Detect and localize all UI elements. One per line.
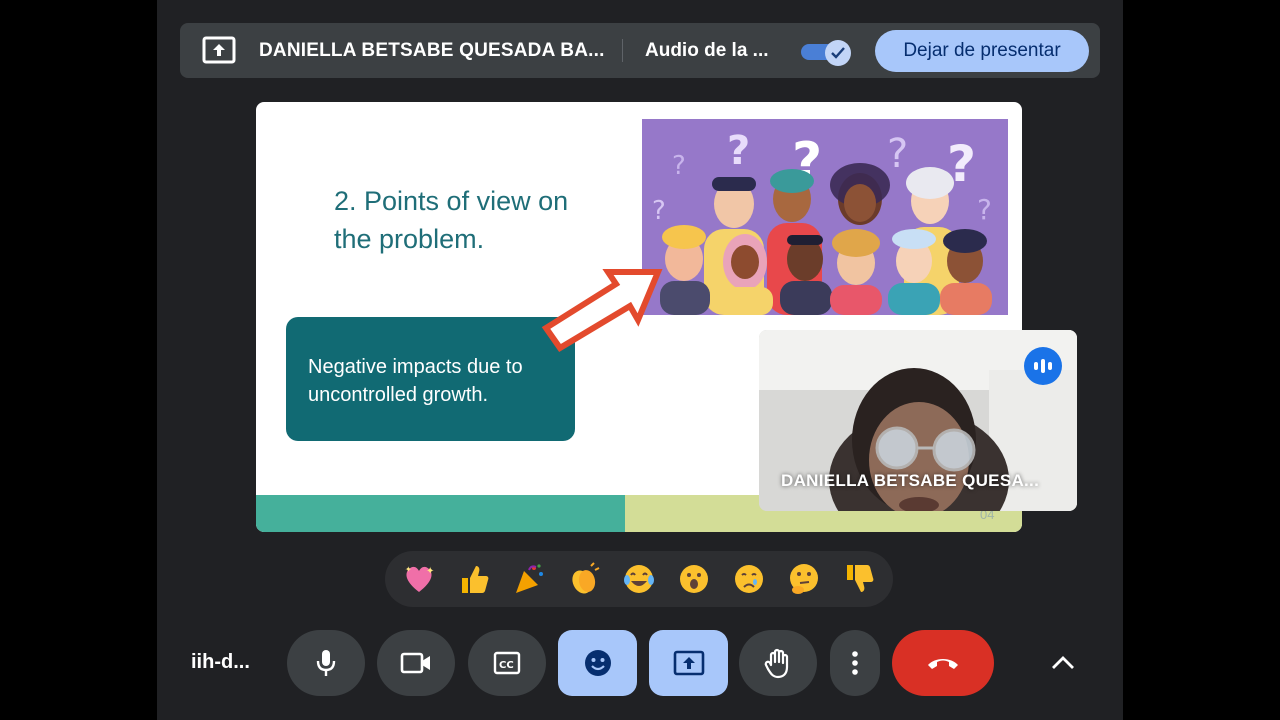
- reactions-button[interactable]: [558, 630, 637, 696]
- reaction-party-popper[interactable]: [506, 556, 552, 602]
- camera-button[interactable]: [377, 630, 455, 696]
- slide-callout-text: Negative impacts due to uncontrolled gro…: [308, 356, 523, 406]
- reaction-sparkling-heart[interactable]: ✦ ✦: [396, 556, 442, 602]
- present-now-button[interactable]: [649, 630, 728, 696]
- audio-toggle[interactable]: [801, 40, 851, 66]
- svg-text:?: ?: [887, 131, 908, 177]
- slide-callout-box: Negative impacts due to uncontrolled gro…: [286, 317, 575, 441]
- captions-button[interactable]: CC: [468, 630, 546, 696]
- svg-text:?: ?: [652, 196, 666, 226]
- hand-icon: [764, 648, 789, 679]
- audio-label: Audio de la ...: [645, 40, 769, 61]
- presenting-bar: DANIELLA BETSABE QUESADA BA... Audio de …: [180, 23, 1100, 78]
- svg-text:✦: ✦: [426, 566, 434, 577]
- reactions-bar: ✦ ✦: [385, 551, 893, 607]
- stop-presenting-button[interactable]: Dejar de presentar: [875, 30, 1089, 72]
- more-options-button[interactable]: [830, 630, 880, 696]
- svg-text:CC: CC: [499, 660, 514, 671]
- end-call-icon: [928, 659, 958, 669]
- svg-text:✦: ✦: [405, 565, 412, 574]
- svg-text:?: ?: [727, 128, 750, 174]
- chevron-up-icon[interactable]: [1043, 645, 1083, 681]
- people-illustration: ? ? ? ? ? ? ?: [642, 119, 1008, 315]
- reaction-surprised[interactable]: [671, 556, 717, 602]
- svg-text:?: ?: [977, 193, 992, 226]
- reaction-clapping-hands[interactable]: [561, 556, 607, 602]
- raise-hand-button[interactable]: [739, 630, 817, 696]
- presenter-name: DANIELLA BETSABE QUESADA BA...: [259, 40, 605, 61]
- more-icon: [852, 651, 858, 675]
- present-icon: [673, 650, 704, 676]
- divider: [622, 39, 623, 62]
- speaking-indicator-icon: [1024, 347, 1062, 385]
- self-view-tile[interactable]: DANIELLA BETSABE QUESA...: [759, 330, 1077, 511]
- reaction-thumbs-down[interactable]: [836, 556, 882, 602]
- end-call-button[interactable]: [892, 630, 994, 696]
- captions-icon: CC: [493, 651, 521, 675]
- mic-icon: [316, 650, 336, 676]
- reaction-thumbs-up[interactable]: [451, 556, 497, 602]
- camera-icon: [400, 652, 430, 674]
- reaction-tears-of-joy[interactable]: [616, 556, 662, 602]
- meeting-code: iih-d...: [191, 651, 250, 673]
- emoji-icon: [584, 650, 611, 676]
- pointer-arrow-icon: [541, 269, 663, 352]
- microphone-button[interactable]: [287, 630, 365, 696]
- self-view-name: DANIELLA BETSABE QUESA...: [781, 471, 1040, 490]
- check-icon: [825, 40, 851, 66]
- meet-stage: DANIELLA BETSABE QUESADA BA... Audio de …: [157, 0, 1123, 720]
- present-screen-icon: [202, 36, 236, 64]
- svg-text:?: ?: [672, 151, 686, 181]
- reaction-thinking[interactable]: [781, 556, 827, 602]
- reaction-crying[interactable]: [726, 556, 772, 602]
- slide-footer-band: [256, 495, 625, 532]
